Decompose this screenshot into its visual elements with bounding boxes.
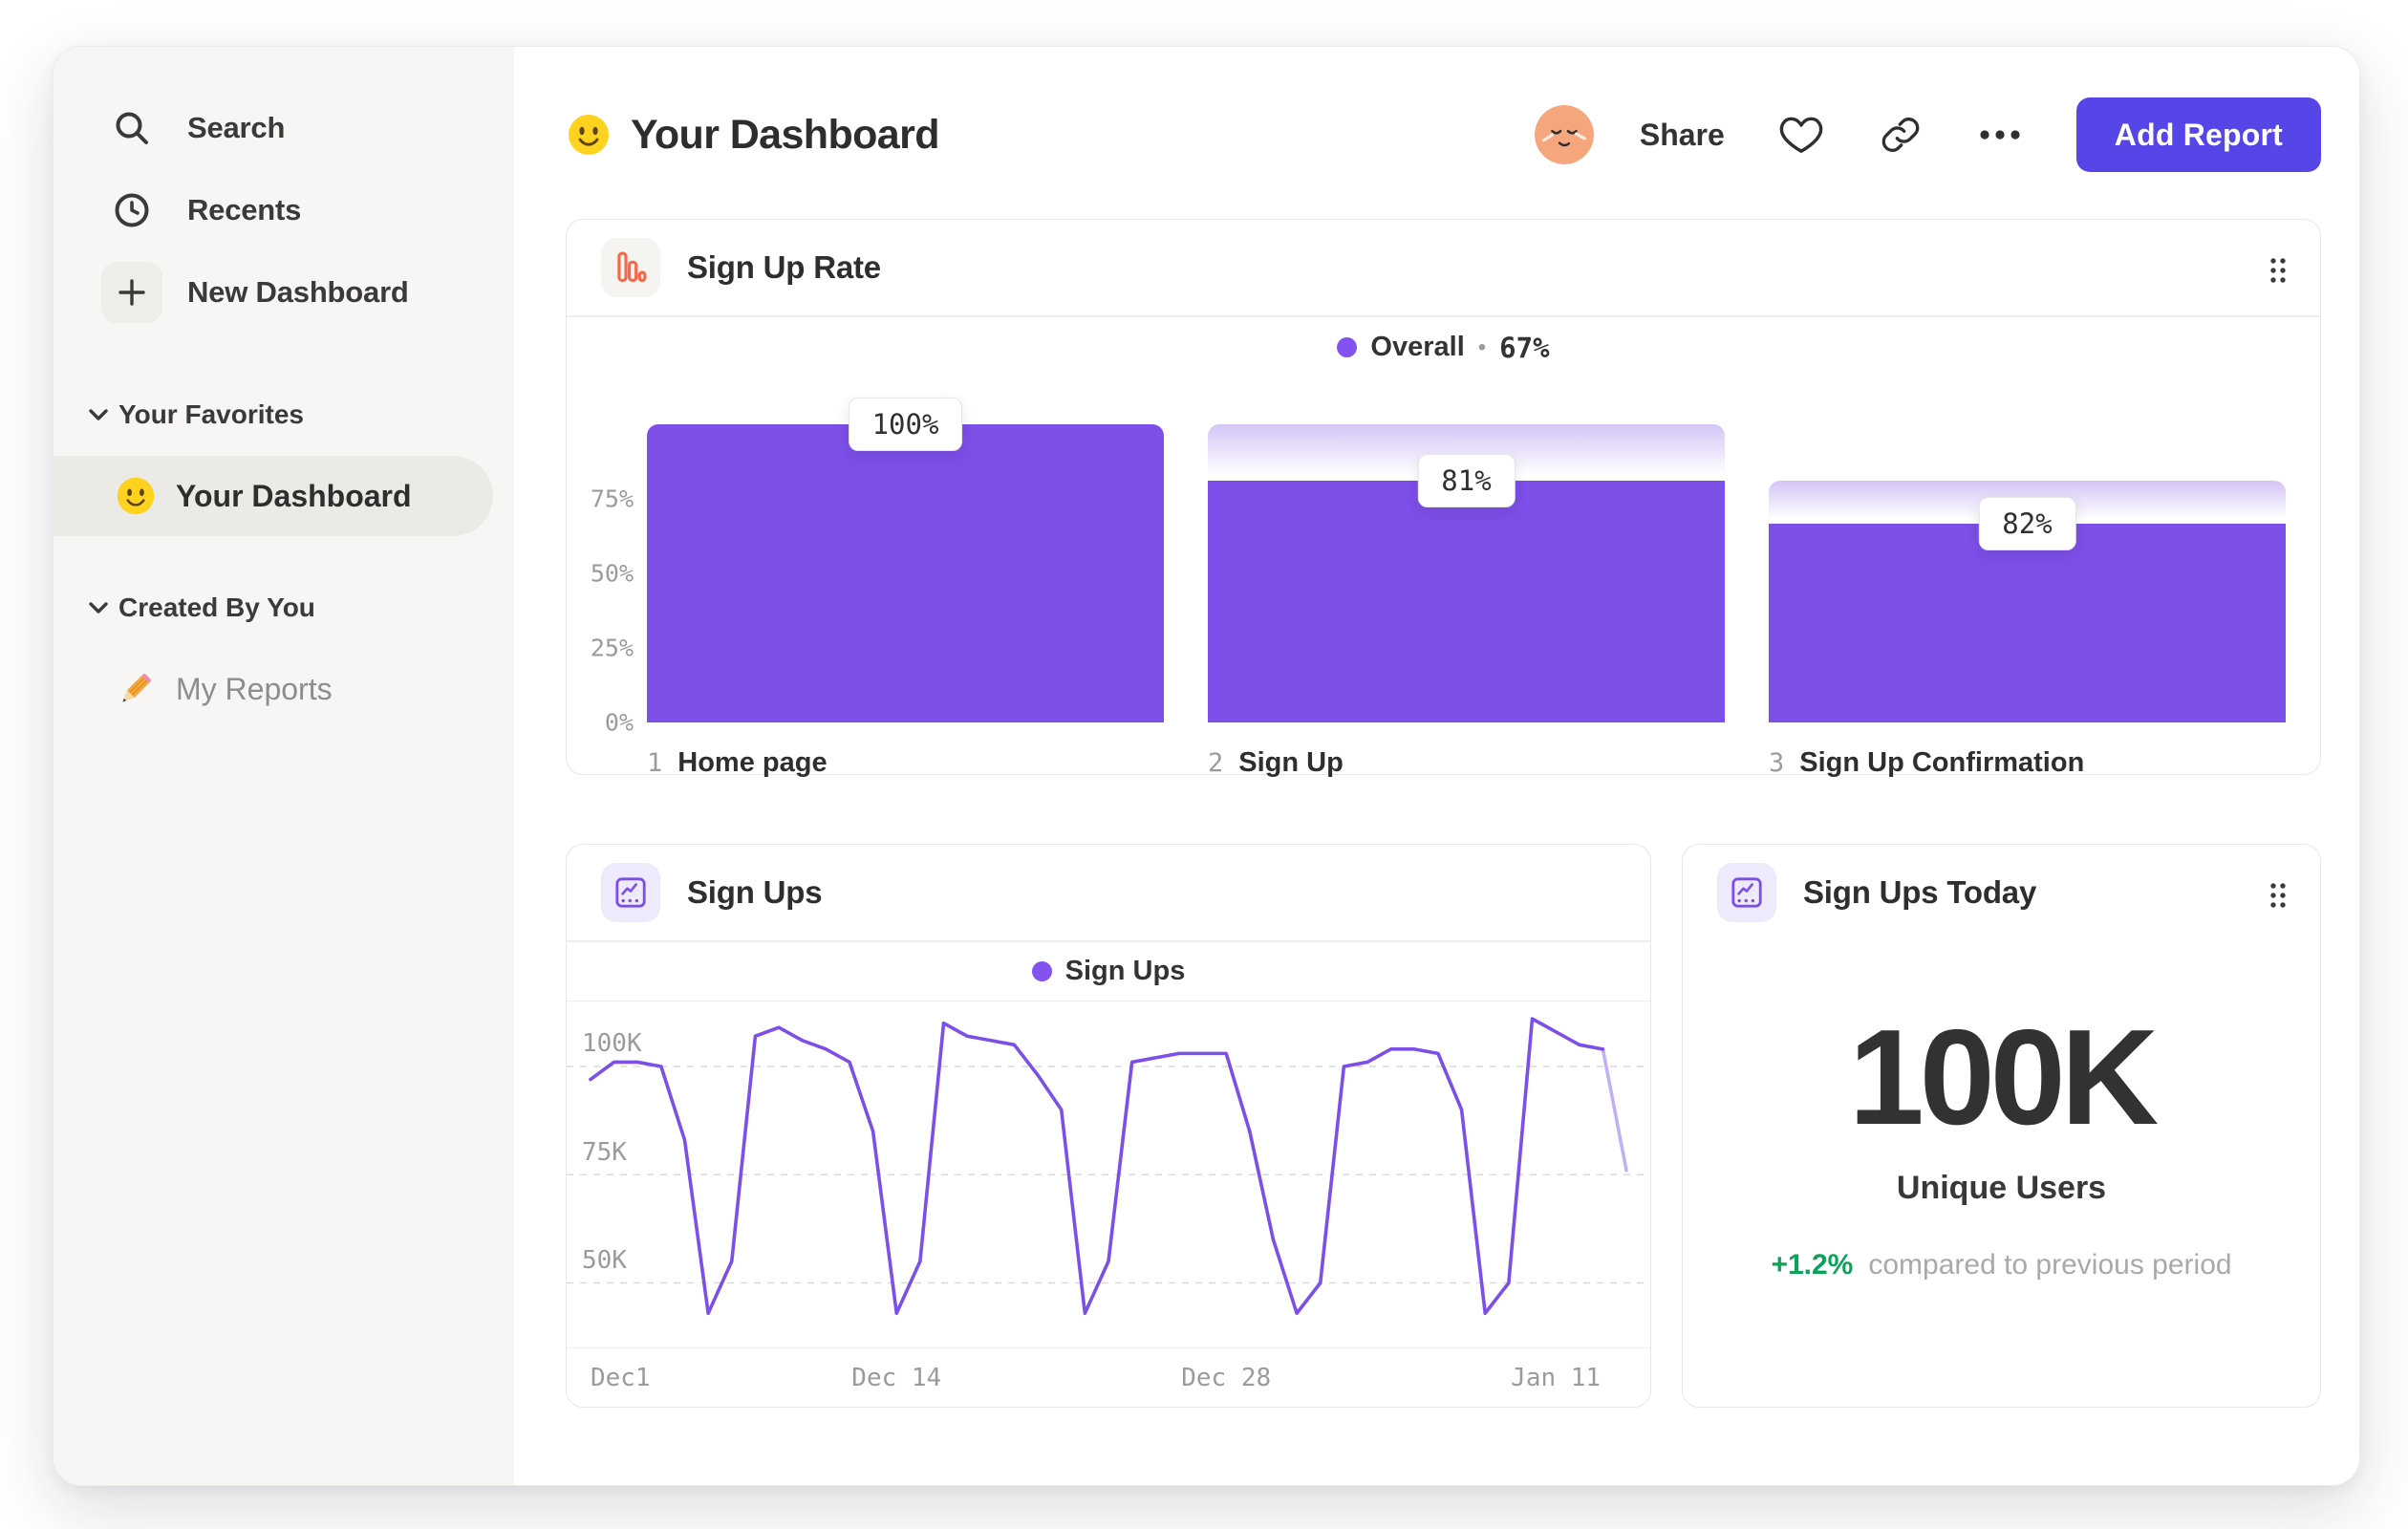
main-content: Your Dashboard Share Add Report Sign Up … <box>514 47 2359 1485</box>
funnel-bar-solid <box>1208 480 1725 722</box>
funnel-bar <box>647 423 1164 722</box>
kpi-label: Unique Users <box>1896 1170 2107 1206</box>
page-header: Your Dashboard Share Add Report <box>566 97 2321 173</box>
card-title: Sign Ups <box>687 874 823 910</box>
sign-up-rate-card: Sign Up Rate Overall • 67% 75% 50% 25% 0… <box>566 219 2321 778</box>
page-title: Your Dashboard <box>631 111 940 158</box>
step-name: Home page <box>677 746 828 778</box>
legend-dot <box>1031 960 1052 981</box>
header-actions: Share Add Report <box>1534 97 2321 172</box>
funnel-y-axis: 75% 50% 25% 0% <box>567 424 647 736</box>
sidebar-item-label: Search <box>187 111 286 144</box>
sidebar-item-new-dashboard[interactable]: New Dashboard <box>54 251 514 334</box>
line-legend: Sign Ups <box>567 942 1650 1001</box>
sidebar-item-label: My Reports <box>176 671 333 706</box>
clock-icon <box>101 180 162 241</box>
more-options-button[interactable] <box>1977 112 2023 158</box>
card-title: Sign Ups Today <box>1803 874 2037 910</box>
sidebar-section-your-favorites[interactable]: Your Favorites <box>54 374 514 456</box>
legend-series-name: Sign Ups <box>1064 955 1186 986</box>
legend-value: 67% <box>1499 331 1550 364</box>
chevron-down-icon <box>84 601 113 614</box>
add-report-button[interactable]: Add Report <box>2075 97 2321 172</box>
legend-dot <box>1337 337 1358 357</box>
kpi-body: 100K Unique Users +1.2% compared to prev… <box>1683 940 2320 1281</box>
funnel-step-label: 1 Home page <box>647 747 1164 779</box>
line-plot: 100K 75K 50K <box>567 1001 1650 1348</box>
value-tooltip: 100% <box>848 397 963 451</box>
share-button[interactable]: Share <box>1640 118 1725 153</box>
y-tick-label: 0% <box>604 708 634 736</box>
funnel-chart: 75% 50% 25% 0% 100% 1 Home page 81% 2 Si… <box>567 378 2320 779</box>
kpi-change-badge: +1.2% <box>1771 1249 1854 1281</box>
pencil-emoji-icon <box>115 668 157 710</box>
card-header: Sign Up Rate <box>567 220 2320 315</box>
drag-handle-icon[interactable] <box>2268 256 2288 285</box>
card-header: Sign Ups Today <box>1683 845 2320 940</box>
y-grid-label: 100K <box>582 1029 642 1059</box>
card-header: Sign Ups <box>567 845 1650 940</box>
step-name: Sign Up Confirmation <box>1799 746 2085 778</box>
y-tick-label: 50% <box>590 559 634 587</box>
sidebar-section-created-by-you[interactable]: Created By You <box>54 567 514 649</box>
line-chart-icon <box>601 863 660 922</box>
funnel-step-3: 82% 3 Sign Up Confirmation <box>1769 424 2286 779</box>
sidebar-item-recents[interactable]: Recents <box>54 169 514 251</box>
y-tick-label: 75% <box>590 485 634 512</box>
search-icon <box>101 97 162 159</box>
sidebar-item-search[interactable]: Search <box>54 87 514 169</box>
app-window: Search Recents New Dashboard Your Favori… <box>53 46 2360 1486</box>
sidebar-item-label: New Dashboard <box>187 275 409 309</box>
funnel-step-1: 100% 1 Home page <box>647 397 1164 779</box>
sign-ups-today-card: Sign Ups Today 100K Unique Users +1.2% c… <box>1682 844 2321 1408</box>
value-tooltip: 82% <box>1978 497 2076 551</box>
section-header-label: Created By You <box>118 592 315 622</box>
sidebar: Search Recents New Dashboard Your Favori… <box>54 47 514 1485</box>
funnel-step-label: 3 Sign Up Confirmation <box>1769 747 2286 779</box>
x-tick-label: Jan 11 <box>1511 1364 1602 1392</box>
legend-separator: • <box>1477 334 1487 360</box>
y-grid-label: 50K <box>582 1246 627 1276</box>
line-x-axis: Dec1 Dec 14 Dec 28 Jan 11 <box>567 1347 1650 1407</box>
step-number: 3 <box>1769 747 1785 778</box>
sidebar-item-your-dashboard[interactable]: Your Dashboard <box>54 456 493 536</box>
chevron-down-icon <box>84 408 113 421</box>
sidebar-item-label: Recents <box>187 193 302 226</box>
x-tick-label: Dec1 <box>590 1364 651 1392</box>
value-tooltip: 81% <box>1417 453 1516 507</box>
funnel-legend: Overall • 67% <box>567 317 2320 378</box>
x-tick-label: Dec 28 <box>1181 1364 1272 1392</box>
funnel-step-label: 2 Sign Up <box>1208 747 1725 779</box>
section-header-label: Your Favorites <box>118 399 304 429</box>
step-number: 2 <box>1208 747 1224 778</box>
line-chart-svg <box>567 1001 1650 1348</box>
kpi-value: 100K <box>1848 1001 2159 1153</box>
user-avatar[interactable] <box>1534 105 1594 164</box>
y-grid-label: 75K <box>582 1137 627 1167</box>
x-tick-label: Dec 14 <box>851 1364 942 1392</box>
step-name: Sign Up <box>1238 746 1344 778</box>
line-chart-icon <box>1717 863 1776 922</box>
smiley-emoji-icon <box>115 475 157 517</box>
sidebar-item-my-reports[interactable]: My Reports <box>54 649 493 729</box>
kpi-change-note: compared to previous period <box>1868 1249 2232 1281</box>
funnel-bar-solid <box>647 423 1164 722</box>
bottom-row: Sign Ups Sign Ups 100K 75K 50K Dec1 Dec 14 D… <box>566 844 2321 1408</box>
step-number: 1 <box>647 747 663 778</box>
sidebar-item-label: Your Dashboard <box>176 478 412 513</box>
kpi-change-row: +1.2% compared to previous period <box>1771 1249 2231 1281</box>
copy-link-button[interactable] <box>1878 112 1924 158</box>
plus-icon <box>101 262 162 323</box>
y-tick-label: 25% <box>590 634 634 661</box>
funnel-bar-solid <box>1769 524 2286 722</box>
funnel-step-2: 81% 2 Sign Up <box>1208 423 1725 779</box>
card-title: Sign Up Rate <box>687 249 881 285</box>
favorite-heart-button[interactable] <box>1778 112 1824 158</box>
sign-ups-card: Sign Ups Sign Ups 100K 75K 50K Dec1 Dec 14 D… <box>566 844 1651 1408</box>
bar-chart-icon <box>601 238 660 297</box>
smiley-emoji-icon <box>566 112 612 158</box>
legend-series-name: Overall <box>1370 332 1465 362</box>
drag-handle-icon[interactable] <box>2268 881 2288 910</box>
funnel-bars: 100% 1 Home page 81% 2 Sign Up 82% 3 Sig… <box>647 397 2286 779</box>
